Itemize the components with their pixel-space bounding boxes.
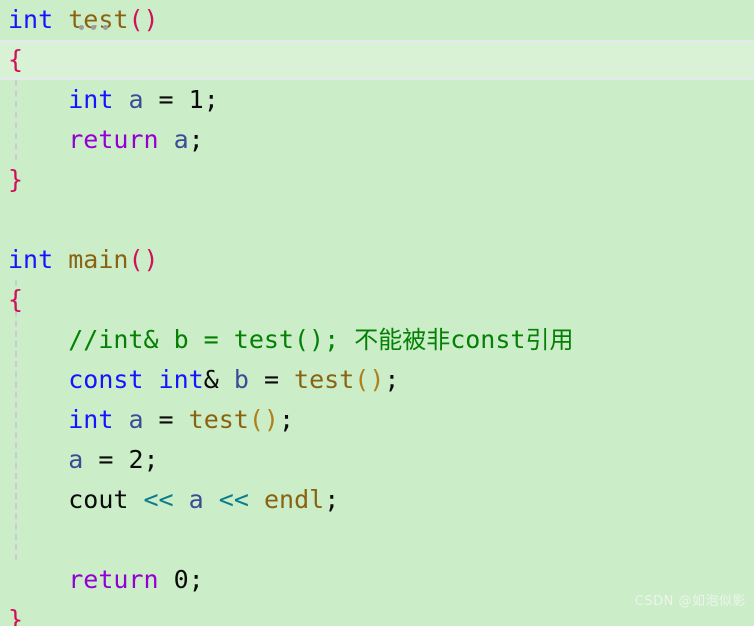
code-token: =	[248, 365, 295, 394]
code-line-12[interactable]: a = 2;	[0, 440, 754, 480]
code-token: 2	[128, 445, 144, 474]
code-token: int	[68, 85, 114, 114]
code-token: =	[83, 445, 129, 474]
code-token: const	[450, 325, 526, 354]
code-token: ;	[188, 565, 204, 594]
code-token: ;	[384, 365, 400, 394]
code-token: return	[68, 565, 159, 594]
code-line-13[interactable]: cout << a << endl;	[0, 480, 754, 520]
code-token: {	[8, 45, 24, 74]
code-token: //int& b = test(); 不能被非const引用	[68, 325, 573, 354]
code-surface[interactable]: int test(){ int a = 1; return a;} int ma…	[0, 0, 754, 626]
code-token: ()	[128, 5, 159, 34]
code-token: a	[128, 85, 144, 114]
code-token: return	[68, 125, 159, 154]
csdn-watermark: CSDN @如泡似影	[634, 594, 746, 609]
code-line-9[interactable]: //int& b = test(); 不能被非const引用	[0, 320, 754, 360]
code-token: =	[143, 85, 189, 114]
code-token: ;	[203, 85, 219, 114]
code-token: }	[8, 605, 24, 626]
code-token: int	[8, 5, 54, 34]
code-token: =	[143, 405, 189, 434]
code-token: ;	[188, 125, 204, 154]
code-token: a	[188, 485, 204, 514]
code-line-11[interactable]: int a = test();	[0, 400, 754, 440]
code-token: const	[68, 365, 144, 394]
code-token: int	[158, 365, 204, 394]
code-line-6[interactable]	[0, 200, 754, 240]
parameter-hint-dot	[91, 25, 96, 30]
code-token: a	[68, 445, 84, 474]
code-token: int	[8, 245, 54, 274]
code-token: //int& b = test();	[68, 325, 355, 354]
code-token: a	[128, 405, 144, 434]
code-line-1[interactable]: int test()	[0, 0, 754, 40]
code-token: main	[68, 245, 129, 274]
code-token: ;	[143, 445, 159, 474]
code-token: test	[294, 365, 355, 394]
code-token: 引用	[525, 326, 574, 354]
code-token: endl	[263, 485, 325, 514]
code-token: ;	[278, 405, 295, 434]
code-line-10[interactable]: const int& b = test();	[0, 360, 754, 400]
code-token: <<	[218, 485, 249, 514]
code-token: ()	[354, 365, 385, 394]
code-token: int	[68, 405, 114, 434]
code-token: 1	[188, 85, 204, 114]
code-token: <<	[143, 485, 174, 514]
code-token: ()	[128, 245, 159, 274]
code-line-8[interactable]: {	[0, 280, 754, 320]
code-line-5[interactable]: }	[0, 160, 754, 200]
parameter-hint-dots	[79, 25, 108, 30]
code-line-2[interactable]: {	[0, 40, 754, 80]
code-token: 不能被非	[354, 326, 451, 354]
code-line-7[interactable]: int main()	[0, 240, 754, 280]
code-line-3[interactable]: int a = 1;	[0, 80, 754, 120]
code-token: {	[8, 285, 24, 314]
code-editor[interactable]: int test(){ int a = 1; return a;} int ma…	[0, 0, 754, 626]
code-token: &	[203, 365, 219, 394]
code-line-4[interactable]: return a;	[0, 120, 754, 160]
code-line-14[interactable]	[0, 520, 754, 560]
code-token: a	[173, 125, 189, 154]
parameter-hint-dot	[79, 25, 84, 30]
code-token: }	[8, 165, 24, 194]
code-token: cout	[68, 485, 129, 514]
parameter-hint-dot	[103, 25, 108, 30]
code-token: 0	[173, 565, 189, 594]
code-token: b	[233, 365, 249, 394]
code-token: ;	[324, 485, 340, 514]
code-token: ()	[248, 405, 279, 434]
code-token: test	[188, 405, 249, 434]
